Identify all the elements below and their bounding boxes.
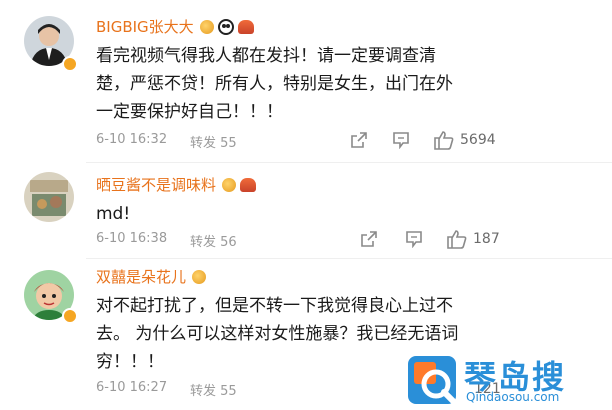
- commenter-name[interactable]: BIGBIG张大大: [96, 16, 254, 37]
- watermark-url: Qindaosou.com: [466, 390, 560, 404]
- avatar[interactable]: [24, 172, 74, 222]
- commenter-name[interactable]: 晒豆酱不是调味料: [96, 174, 257, 195]
- commenter-name-text[interactable]: 双囍是朵花儿: [96, 266, 186, 287]
- repost-link[interactable]: 转发 55: [190, 132, 237, 151]
- comment-icon[interactable]: [392, 131, 410, 149]
- repost-link[interactable]: 转发 55: [190, 380, 237, 399]
- like-icon[interactable]: [433, 130, 455, 150]
- medal-icon: [192, 269, 207, 284]
- comment-line: 对不起打扰了，但是不转一下我觉得良心上过不: [96, 296, 453, 316]
- comment-meta: 6-10 16:38 转发 56: [96, 231, 237, 250]
- emblem-icon: [237, 19, 254, 34]
- comment-meta: 6-10 16:32 转发 55: [96, 132, 237, 151]
- comment-line: md!: [96, 204, 131, 224]
- comment-meta: 6-10 16:27 转发 55: [96, 380, 237, 399]
- comment-line: 楚，严惩不贷！所有人，特别是女生，出门在外: [96, 74, 453, 94]
- watermark-logo-icon: [408, 356, 456, 404]
- comment-time: 6-10 16:27: [96, 380, 168, 395]
- like-count: 5694: [460, 132, 496, 148]
- comment-icon[interactable]: [405, 230, 423, 248]
- comment-line: 看完视频气得我人都在发抖！请一定要调查清: [96, 46, 436, 66]
- commenter-name-text[interactable]: BIGBIG张大大: [96, 16, 194, 37]
- commenter-name-text[interactable]: 晒豆酱不是调味料: [96, 174, 216, 195]
- like-count: 187: [473, 231, 500, 247]
- comment-text: 看完视频气得我人都在发抖！请一定要调查清 楚，严惩不贷！所有人，特别是女生，出门…: [96, 42, 516, 126]
- commenter-name[interactable]: 双囍是朵花儿: [96, 266, 207, 287]
- comment-time: 6-10 16:32: [96, 132, 168, 147]
- verified-badge-icon: [62, 56, 78, 72]
- share-icon[interactable]: [360, 230, 378, 248]
- share-icon[interactable]: [350, 131, 368, 149]
- watermark: 琴岛搜 Qindaosou.com: [406, 352, 606, 408]
- comment-text: md!: [96, 200, 516, 228]
- medal-icon: [222, 177, 237, 192]
- comment-time: 6-10 16:38: [96, 231, 168, 246]
- like-icon[interactable]: [446, 229, 468, 249]
- panda-icon: [217, 18, 234, 35]
- emblem-icon: [240, 177, 257, 192]
- comment-line: 一定要保护好自己！！！: [96, 102, 283, 122]
- repost-link[interactable]: 转发 56: [190, 231, 237, 250]
- comment-item: BIGBIG张大大 看完视频气得我人都在发抖！请一定要调查清 楚，严惩不贷！所有…: [0, 0, 612, 160]
- comment-line: 去。 为什么可以这样对女性施暴？我已经无语词: [96, 324, 459, 344]
- verified-badge-icon: [62, 308, 78, 324]
- medal-icon: [199, 19, 214, 34]
- comment-item: 晒豆酱不是调味料 md! 6-10 16:38 转发 56 187: [0, 160, 612, 260]
